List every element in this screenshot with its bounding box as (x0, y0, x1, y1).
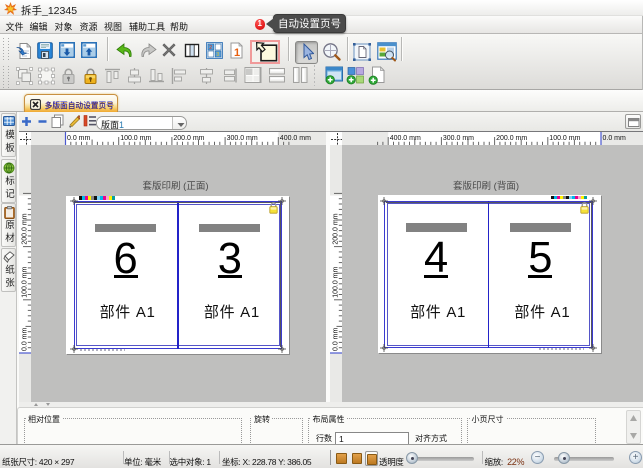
svg-text:200.0 mm: 200.0 mm (22, 213, 29, 244)
svg-text:2: 2 (209, 45, 212, 51)
svg-text:0.0 mm: 0.0 mm (333, 327, 340, 351)
svg-text:0.0 mm: 0.0 mm (603, 135, 627, 142)
svg-text:100.0 mm: 100.0 mm (22, 267, 29, 298)
svg-text:200.0 mm: 200.0 mm (173, 135, 204, 142)
svg-text:0.0 mm: 0.0 mm (22, 327, 29, 351)
svg-text:200.0 mm: 200.0 mm (496, 135, 527, 142)
svg-text:100.0 mm: 100.0 mm (120, 135, 151, 142)
svg-text:400.0 mm: 400.0 mm (280, 135, 311, 142)
svg-text:100.0 mm: 100.0 mm (549, 135, 580, 142)
svg-text:100.0 mm: 100.0 mm (333, 267, 340, 298)
svg-text:300.0 mm: 300.0 mm (443, 135, 474, 142)
svg-text:0.0 mm: 0.0 mm (67, 135, 91, 142)
svg-text:300.0 mm: 300.0 mm (227, 135, 258, 142)
svg-text:400.0 mm: 400.0 mm (390, 135, 421, 142)
svg-text:200.0 mm: 200.0 mm (333, 213, 340, 244)
svg-text:3: 3 (216, 52, 219, 58)
svg-text:1: 1 (234, 47, 240, 59)
